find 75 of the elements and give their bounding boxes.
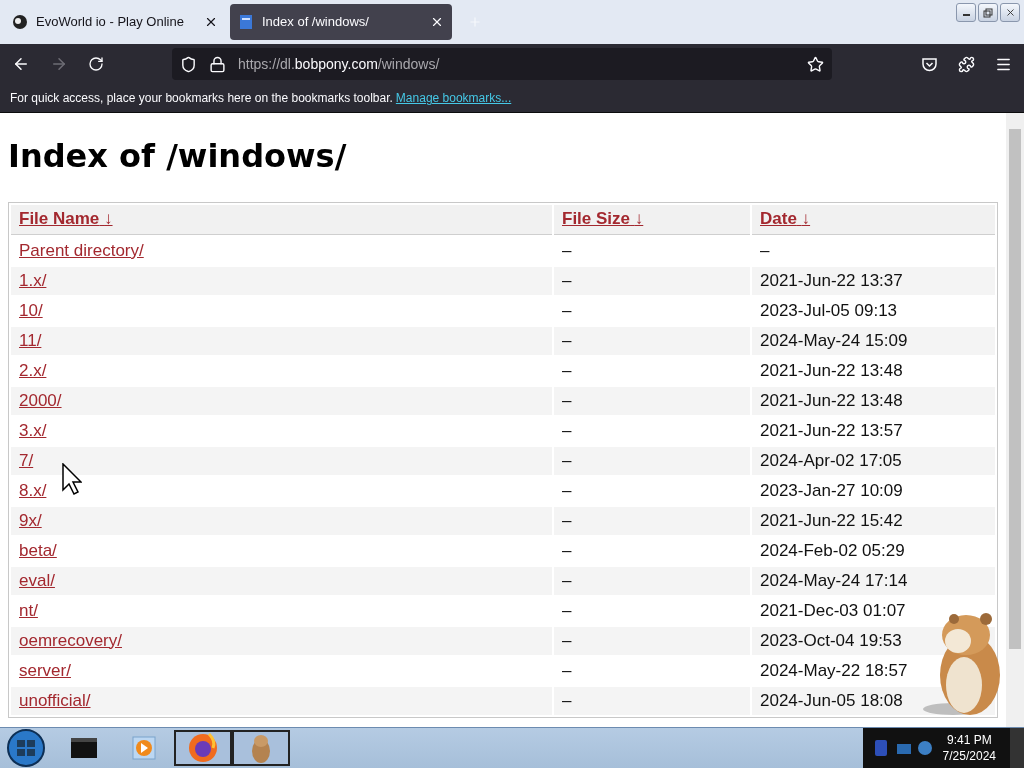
date-text: –	[760, 240, 770, 260]
column-header-link[interactable]: File Name ↓	[19, 209, 113, 229]
restore-button[interactable]	[978, 3, 998, 22]
size-text: –	[562, 690, 572, 710]
taskbar-icon[interactable]	[232, 730, 290, 766]
page-heading: Index of /windows/	[8, 136, 348, 175]
star-icon[interactable]	[807, 55, 824, 73]
size-text: –	[562, 300, 572, 320]
date-text: 2023-Jul-05 09:13	[760, 300, 898, 320]
close-icon	[1004, 7, 1016, 18]
size-text: –	[562, 450, 572, 470]
date-text: 2023-Jan-27 10:09	[760, 480, 903, 500]
folder-link[interactable]: 1.x/	[19, 270, 47, 290]
reload-button[interactable]	[88, 56, 104, 73]
date-text: 2021-Jun-22 13:37	[760, 270, 903, 290]
folder-link[interactable]: 2.x/	[19, 360, 47, 380]
tab-title: Index of /windows/	[262, 14, 370, 30]
close-button[interactable]	[1000, 3, 1020, 22]
extensions-button[interactable]	[958, 55, 975, 73]
folder-link[interactable]: oemrecovery/	[19, 630, 122, 650]
folder-link[interactable]: 2000/	[19, 390, 62, 410]
lock-icon[interactable]	[209, 55, 226, 73]
tab-title: EvoWorld io - Play Online	[36, 14, 185, 30]
date-text: 2021-Jun-22 13:48	[760, 360, 903, 380]
size-text: –	[562, 630, 572, 650]
browser-tab[interactable]: Index of /windows/	[230, 3, 452, 40]
size-text: –	[562, 420, 572, 440]
size-text: –	[562, 360, 572, 380]
size-text: –	[562, 240, 572, 260]
date-text: 2023-Oct-04 19:53	[760, 630, 902, 650]
restore-icon	[983, 7, 993, 18]
column-header-link[interactable]: Date ↓	[760, 209, 811, 229]
size-text: –	[562, 540, 572, 560]
scrollbar[interactable]	[1006, 112, 1024, 727]
size-text: –	[562, 330, 572, 350]
start-button[interactable]	[6, 728, 46, 768]
date-text: 2024-Feb-02 05:29	[760, 540, 905, 560]
shield-icon[interactable]	[180, 55, 197, 73]
date-text: 2021-Dec-03 01:07	[760, 600, 906, 620]
folder-link[interactable]: Parent directory/	[19, 240, 144, 260]
date-text: 2021-Jun-22 13:57	[760, 420, 903, 440]
folder-link[interactable]: eval/	[19, 570, 55, 590]
size-text: –	[562, 390, 572, 410]
size-text: –	[562, 270, 572, 290]
size-text: –	[562, 510, 572, 530]
game-icon	[12, 13, 28, 30]
folder-link[interactable]: 8.x/	[19, 480, 47, 500]
pocket-icon[interactable]	[921, 55, 938, 73]
size-text: –	[562, 600, 572, 620]
address-bar[interactable]: https://dl.bobpony.com/windows/	[172, 48, 832, 81]
browser-tab[interactable]: EvoWorld io - Play Online	[4, 3, 226, 40]
date-text: 2021-Jun-22 15:42	[760, 510, 903, 530]
date-text: 2024-May-24 17:14	[760, 570, 908, 590]
manage-bookmarks-link[interactable]: Manage bookmarks...	[395, 91, 512, 106]
bookmarks-hint: For quick access, place your bookmarks here on the bookmarks toolbar.	[10, 91, 393, 106]
date-text: 2024-May-24 15:09	[760, 330, 908, 350]
minimize-button[interactable]	[956, 3, 976, 22]
folder-link[interactable]: 9x/	[19, 510, 42, 530]
folder-link[interactable]: beta/	[19, 540, 57, 560]
date-text: 2024-Apr-02 17:05	[760, 450, 902, 470]
folder-link[interactable]: 3.x/	[19, 420, 47, 440]
date-text: 2024-Jun-05 18:08	[760, 690, 903, 710]
folder-link[interactable]: 7/	[19, 450, 34, 470]
folder-link[interactable]: server/	[19, 660, 71, 680]
document-icon	[238, 13, 254, 30]
date-text: 2024-May-22 18:57	[760, 660, 908, 680]
folder-link[interactable]: unofficial/	[19, 690, 91, 710]
taskbar-icon[interactable]	[174, 730, 232, 766]
folder-link[interactable]: 10/	[19, 300, 43, 320]
folder-link[interactable]: 11/	[19, 330, 42, 350]
size-text: –	[562, 480, 572, 500]
folder-link[interactable]: nt/	[19, 600, 38, 620]
size-text: –	[562, 660, 572, 680]
date-text: 2021-Jun-22 13:48	[760, 390, 903, 410]
size-text: –	[562, 570, 572, 590]
